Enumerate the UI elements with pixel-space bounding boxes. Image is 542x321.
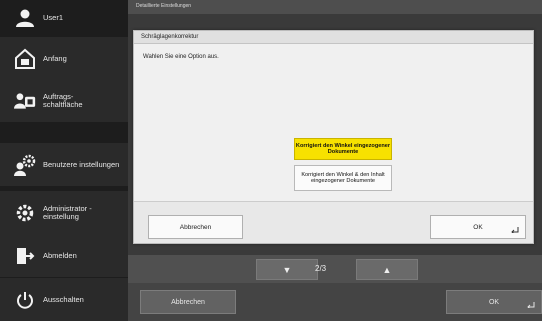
- skew-correction-dialog: Schräglagenkorrektur Wahlen Sie eine Opt…: [133, 30, 534, 244]
- bg-ok-label: OK: [488, 298, 500, 306]
- home-icon: [14, 48, 36, 70]
- sidebar-item-home[interactable]: Anfang: [0, 37, 128, 80]
- page-title: Detaillierte Einstellungen: [136, 3, 192, 9]
- bottom-bar: Abbrechen OK: [128, 283, 542, 321]
- sidebar-item-label: Benutzere instellungen: [43, 159, 120, 169]
- page-down-button[interactable]: ▼: [256, 259, 318, 280]
- dialog-instruction: Wahlen Sie eine Option aus.: [143, 54, 219, 60]
- page-up-button[interactable]: ▲: [356, 259, 418, 280]
- cancel-button[interactable]: Abbrechen: [148, 215, 243, 239]
- sidebar-item-label: Anfang: [43, 53, 67, 63]
- sidebar-item-label: User1: [43, 13, 64, 22]
- sidebar-item-label: Administrator - einstellung: [43, 203, 92, 221]
- sidebar-item-label: Abmelden: [43, 250, 77, 260]
- sidebar-item-user-settings[interactable]: Benutzere instellungen: [0, 143, 128, 186]
- sidebar-item-admin-settings[interactable]: Administrator - einstellung: [0, 191, 128, 234]
- enter-icon: [511, 227, 519, 233]
- user-icon: [14, 7, 36, 29]
- bg-cancel-button[interactable]: Abbrechen: [140, 290, 236, 314]
- dialog-footer: Abbrechen OK: [134, 201, 533, 243]
- power-icon: [14, 289, 36, 311]
- pager: ▼ 2/3 ▲: [128, 255, 542, 283]
- triangle-down-icon: ▼: [282, 264, 292, 275]
- sidebar-item-label: Auftrags- schaltfläche: [43, 91, 83, 109]
- ok-label: OK: [473, 223, 483, 231]
- sidebar-item-power[interactable]: Ausschalten: [0, 278, 128, 321]
- ok-button[interactable]: OK: [430, 215, 526, 239]
- option-correct-angle[interactable]: Korrigiert den Winkel eingezogener Dokum…: [294, 138, 392, 160]
- user-settings-icon: [14, 154, 36, 176]
- enter-icon: [527, 302, 535, 308]
- dialog-body: Wahlen Sie eine Option aus. Korrigiert d…: [134, 44, 533, 201]
- bg-ok-button[interactable]: OK: [446, 290, 542, 314]
- page-indicator: 2/3: [315, 264, 327, 273]
- sidebar-user[interactable]: User1: [0, 0, 128, 36]
- sidebar-item-job-button[interactable]: Auftrags- schaltfläche: [0, 79, 128, 122]
- triangle-up-icon: ▲: [382, 264, 392, 275]
- sidebar-item-label: Ausschalten: [43, 294, 84, 304]
- page-header: Detaillierte Einstellungen: [128, 0, 542, 14]
- option-correct-angle-and-content[interactable]: Korrigiert den Winkel & den Inhalt einge…: [294, 165, 392, 191]
- admin-settings-icon: [14, 202, 36, 224]
- logout-icon: [14, 245, 36, 267]
- sidebar: User1 Anfang Auftrags- schaltfläche Benu…: [0, 0, 128, 321]
- job-button-icon: [14, 90, 36, 112]
- sidebar-item-logout[interactable]: Abmelden: [0, 234, 128, 277]
- dialog-title: Schräglagenkorrektur: [134, 31, 533, 44]
